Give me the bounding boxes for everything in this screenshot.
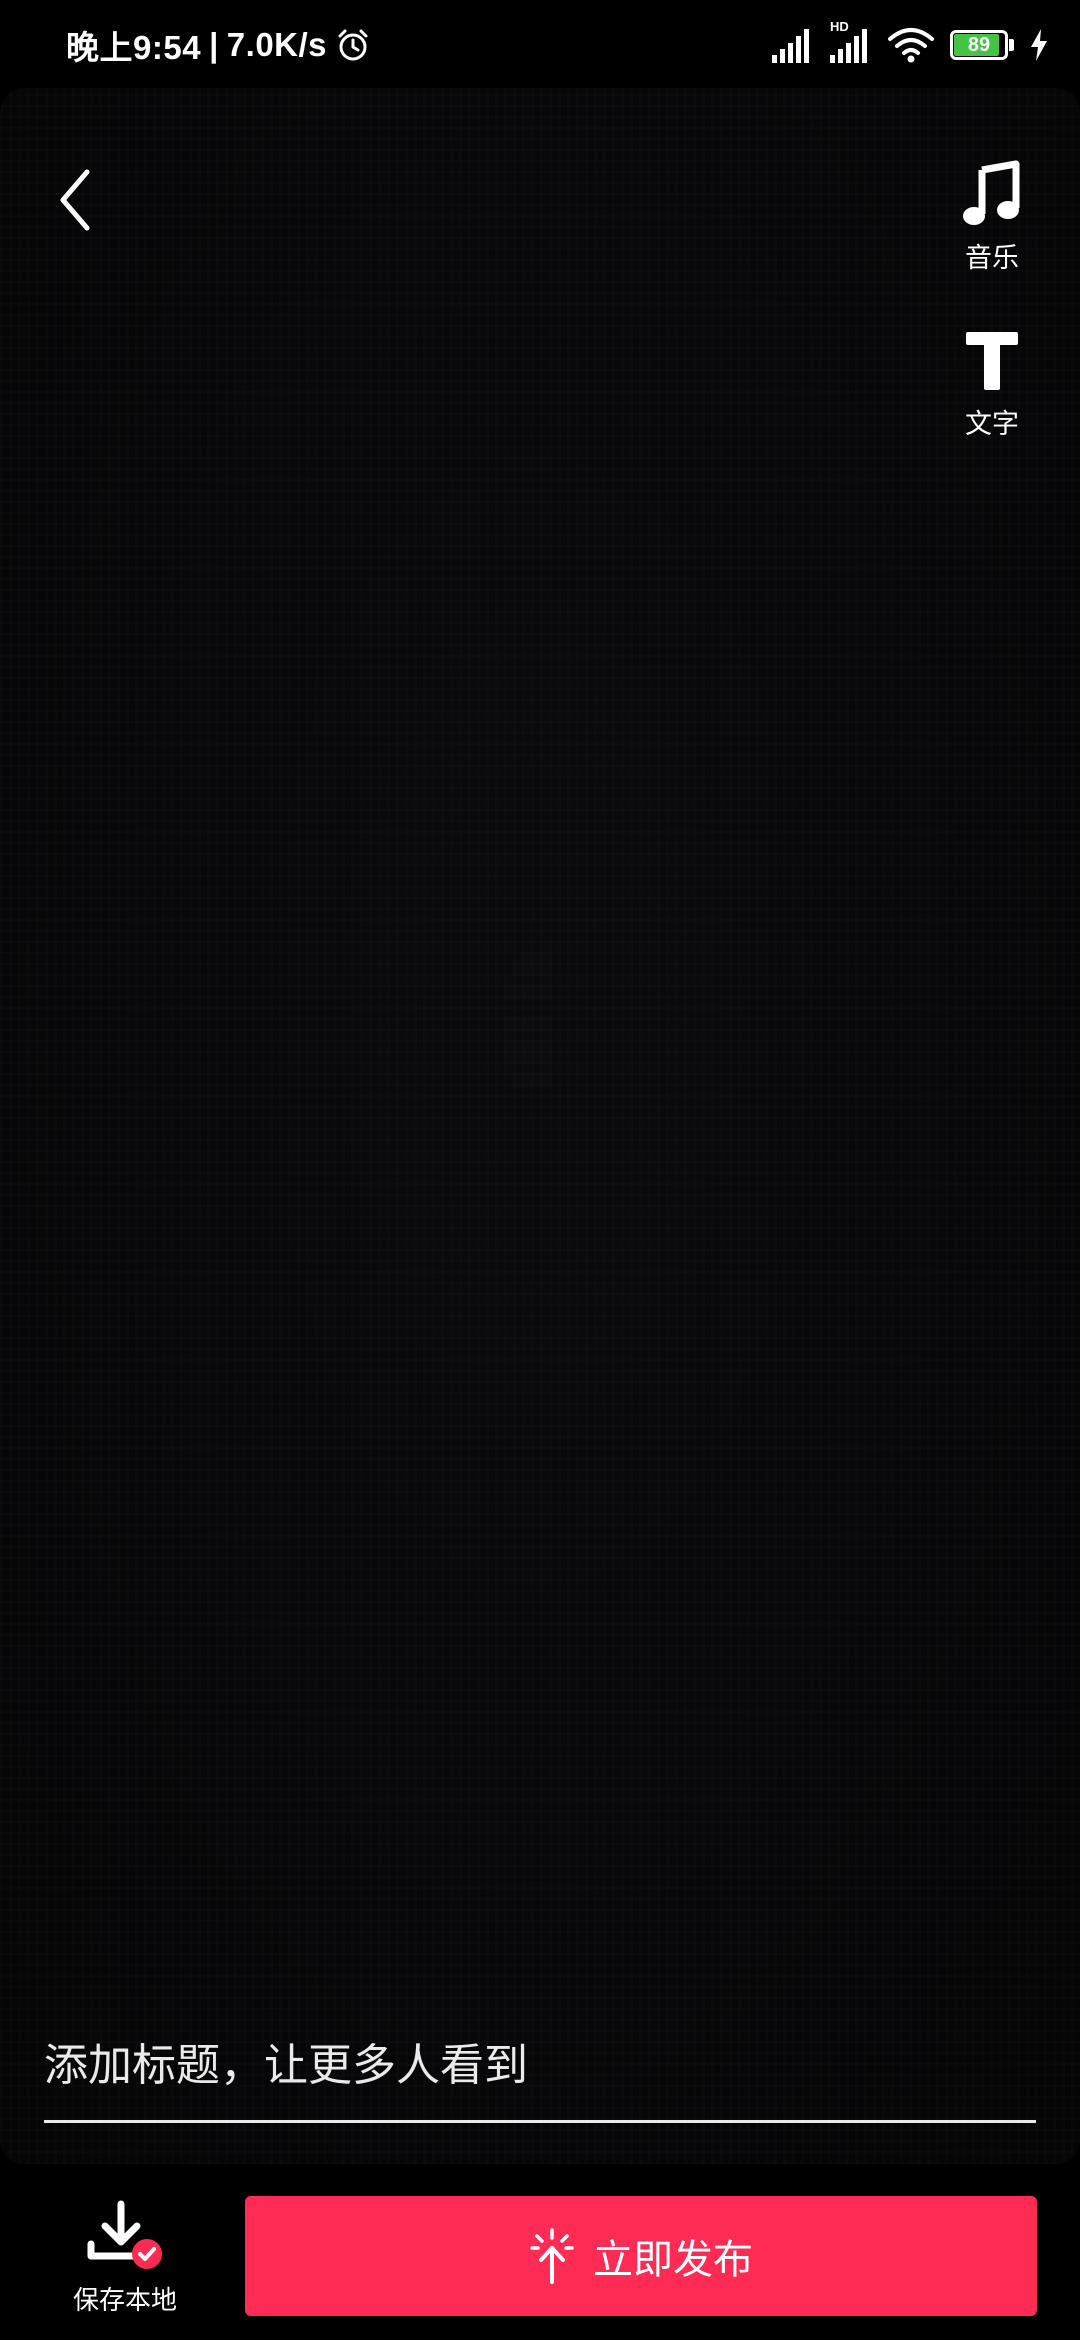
caption-input[interactable] <box>44 2020 1036 2110</box>
charging-bolt-icon <box>1031 29 1047 61</box>
status-time: 晚上9:54 <box>66 29 202 66</box>
download-check-icon <box>87 2200 162 2269</box>
hd-label: HD <box>830 19 849 34</box>
publish-sparkle-icon <box>530 2228 574 2284</box>
text-t-icon <box>966 332 1018 390</box>
publish-now-label: 立即发布 <box>593 2237 753 2283</box>
text-label: 文字 <box>965 409 1019 440</box>
back-button[interactable] <box>40 160 110 240</box>
alarm-clock-icon <box>338 29 368 61</box>
wifi-icon <box>888 28 934 63</box>
music-note-icon <box>963 160 1020 225</box>
video-preview[interactable] <box>0 88 1080 2164</box>
save-local-label: 保存本地 <box>72 2286 177 2316</box>
music-label: 音乐 <box>965 243 1019 274</box>
battery-level: 89 <box>967 34 991 56</box>
status-separator: | <box>209 26 219 63</box>
caption-field <box>44 2020 1036 2123</box>
status-left: 晚上9:54 | 7.0K/s <box>66 20 371 70</box>
status-bar: 晚上9:54 | 7.0K/s HD 89 <box>0 0 1080 88</box>
status-right: HD 89 <box>770 18 1050 72</box>
text-button[interactable]: 文字 <box>944 326 1040 441</box>
publish-now-button[interactable]: 立即发布 <box>245 2196 1037 2316</box>
save-local-button[interactable]: 保存本地 <box>60 2200 190 2317</box>
network-speed: 7.0K/s <box>226 26 328 63</box>
music-button[interactable]: 音乐 <box>944 160 1040 275</box>
cellular-signal-icon <box>772 29 809 63</box>
cellular-signal-hd-icon: HD <box>828 19 872 65</box>
chevron-left-icon <box>60 169 90 231</box>
battery-icon: 89 <box>950 30 1014 60</box>
